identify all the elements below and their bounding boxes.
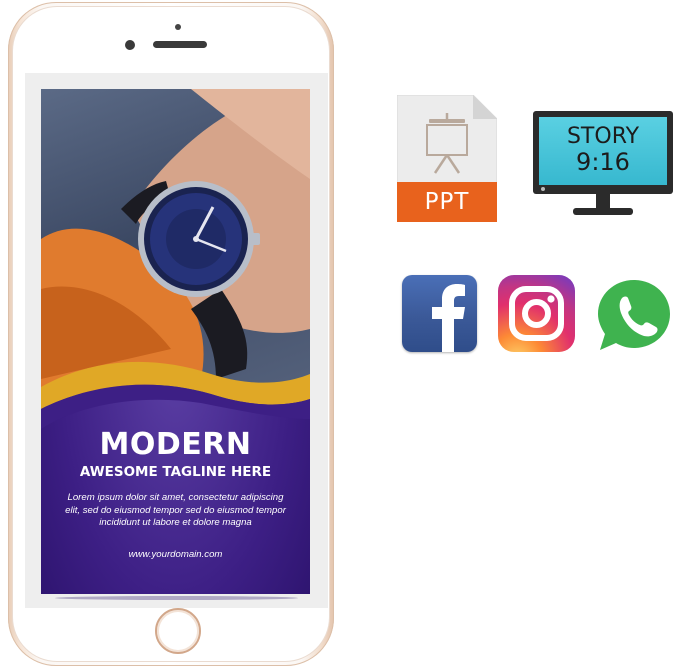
ppt-label: PPT bbox=[397, 182, 497, 222]
story-body-line: elit, sed do eiusmod tempor sed do eiusm… bbox=[65, 504, 286, 516]
proximity-sensor bbox=[175, 24, 181, 30]
story-tagline: AWESOME TAGLINE HERE bbox=[79, 464, 272, 480]
story-template: MODERN AWESOME TAGLINE HERE Lorem ipsum … bbox=[41, 89, 310, 594]
story-body-line: incididunt ut labore et dolore magna bbox=[99, 517, 252, 528]
story-text-block: MODERN AWESOME TAGLINE HERE Lorem ipsum … bbox=[41, 429, 310, 560]
instagram-icon bbox=[498, 275, 575, 352]
story-body: Lorem ipsum dolor sit amet, consectetur … bbox=[56, 492, 296, 530]
monitor-line-story: STORY bbox=[566, 124, 640, 149]
home-button[interactable] bbox=[155, 608, 201, 654]
screen-shadow bbox=[55, 596, 298, 600]
facebook-icon bbox=[402, 275, 477, 352]
smartphone-mockup: MODERN AWESOME TAGLINE HERE Lorem ipsum … bbox=[8, 2, 334, 666]
monitor-base bbox=[573, 208, 633, 215]
story-body-line: Lorem ipsum dolor sit amet, consectetur … bbox=[67, 492, 284, 503]
story-url: www.yourdomain.com bbox=[128, 548, 223, 560]
monitor-screen: STORY 9:16 bbox=[539, 117, 667, 185]
ppt-file-icon: PPT bbox=[397, 95, 497, 222]
phone-screen: MODERN AWESOME TAGLINE HERE Lorem ipsum … bbox=[25, 73, 328, 608]
front-camera bbox=[125, 40, 135, 50]
power-indicator bbox=[541, 187, 545, 191]
story-title: MODERN bbox=[99, 427, 252, 462]
monitor-icon: STORY 9:16 bbox=[533, 111, 673, 219]
monitor-frame: STORY 9:16 bbox=[533, 111, 673, 194]
monitor-line-ratio: 9:16 bbox=[576, 148, 630, 176]
phone-body: MODERN AWESOME TAGLINE HERE Lorem ipsum … bbox=[13, 7, 329, 661]
whatsapp-icon bbox=[594, 276, 676, 356]
earpiece-speaker bbox=[153, 41, 207, 48]
monitor-neck bbox=[596, 194, 610, 208]
